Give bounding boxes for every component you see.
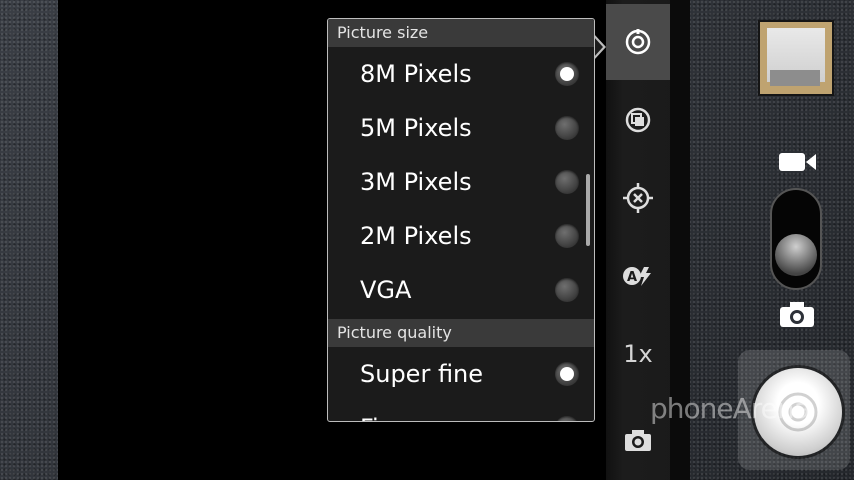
- option-5m-pixels[interactable]: 5M Pixels: [328, 101, 594, 155]
- section-header-picture-quality: Picture quality: [328, 319, 594, 347]
- radio-unselected-icon[interactable]: [555, 170, 579, 194]
- camera-video-mode-switch[interactable]: [770, 188, 822, 290]
- thumbnail-detail: [770, 70, 820, 86]
- option-vga[interactable]: VGA: [328, 263, 594, 317]
- settings-dial-button[interactable]: [606, 4, 670, 80]
- option-super-fine[interactable]: Super fine: [328, 347, 594, 401]
- auto-flash-icon: A: [623, 267, 651, 286]
- option-2m-pixels[interactable]: 2M Pixels: [328, 209, 594, 263]
- option-label: VGA: [360, 276, 412, 304]
- watermark: phoneArena: [650, 392, 811, 425]
- option-label: Super fine: [360, 360, 484, 388]
- zoom-button[interactable]: 1x: [606, 316, 670, 392]
- radio-selected-icon[interactable]: [555, 62, 579, 86]
- last-photo-thumbnail[interactable]: [758, 20, 834, 96]
- scene-mode-button[interactable]: [606, 82, 670, 158]
- mode-switch-knob[interactable]: [775, 234, 817, 276]
- option-8m-pixels[interactable]: 8M Pixels: [328, 47, 594, 101]
- section-header-picture-size: Picture size: [328, 19, 594, 47]
- still-camera-icon: [780, 302, 814, 327]
- svg-text:A: A: [627, 270, 637, 285]
- camera-settings-icon: [625, 430, 651, 451]
- focus-mode-button[interactable]: [606, 160, 670, 236]
- zoom-level: 1x: [623, 340, 653, 368]
- radio-unselected-icon[interactable]: [555, 116, 579, 140]
- settings-dial-icon: [625, 29, 651, 55]
- option-label: 5M Pixels: [360, 114, 472, 142]
- settings-popup-menu: Picture size 8M Pixels 5M Pixels 3M Pixe…: [327, 18, 595, 422]
- menu-scrollbar[interactable]: [586, 174, 590, 246]
- radio-unselected-icon[interactable]: [555, 278, 579, 302]
- option-3m-pixels[interactable]: 3M Pixels: [328, 155, 594, 209]
- option-label: 3M Pixels: [360, 168, 472, 196]
- scene-mode-icon: [625, 107, 651, 133]
- radio-selected-icon[interactable]: [555, 362, 579, 386]
- focus-target-icon: [623, 183, 653, 213]
- option-fine[interactable]: Fi: [328, 401, 594, 421]
- radio-unselected-icon[interactable]: [555, 416, 579, 421]
- option-label: 8M Pixels: [360, 60, 472, 88]
- flash-mode-button[interactable]: A: [606, 238, 670, 314]
- video-camera-icon: [779, 153, 816, 171]
- option-label: Fi: [360, 414, 379, 421]
- option-label: 2M Pixels: [360, 222, 472, 250]
- radio-unselected-icon[interactable]: [555, 224, 579, 248]
